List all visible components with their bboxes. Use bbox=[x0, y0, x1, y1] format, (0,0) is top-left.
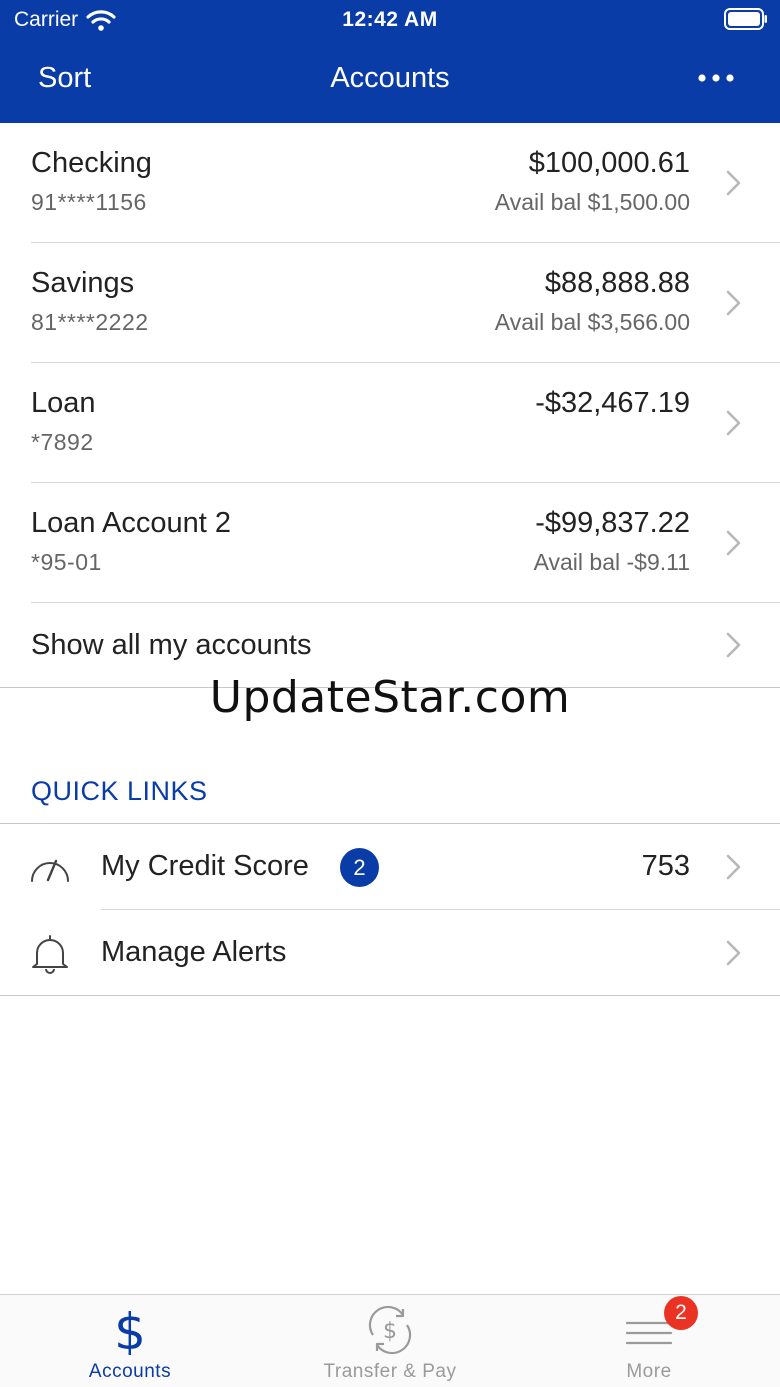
account-available-balance: Avail bal $3,566.00 bbox=[494, 309, 690, 335]
account-balance: $88,888.88 bbox=[544, 267, 690, 299]
account-row-loan[interactable]: Loan *7892 -$32,467.19 bbox=[0, 363, 780, 483]
svg-text:$: $ bbox=[383, 1319, 397, 1344]
account-number: *95-01 bbox=[31, 549, 102, 575]
tab-bar: $ Accounts $ Transfer & Pay 2 More bbox=[0, 1294, 780, 1387]
status-bar: Carrier 12:42 AM bbox=[0, 0, 780, 40]
account-row-loan-account-2[interactable]: Loan Account 2 *95-01 -$99,837.22 Avail … bbox=[0, 483, 780, 603]
page-title: Accounts bbox=[330, 62, 450, 94]
quick-link-credit-score[interactable]: My Credit Score 2 753 bbox=[0, 824, 780, 910]
battery-icon bbox=[724, 8, 767, 30]
chevron-right-icon bbox=[726, 940, 741, 966]
dollar-icon: $ bbox=[114, 1305, 146, 1355]
account-name: Loan bbox=[31, 387, 96, 419]
account-number: 91****1156 bbox=[31, 189, 147, 215]
quick-link-label: Manage Alerts bbox=[101, 936, 287, 968]
account-row-checking[interactable]: Checking 91****1156 $100,000.61 Avail ba… bbox=[0, 123, 780, 243]
account-name: Savings bbox=[31, 267, 135, 299]
bell-icon bbox=[32, 935, 68, 974]
notification-badge: 2 bbox=[664, 1296, 698, 1330]
quick-link-label: My Credit Score bbox=[101, 850, 309, 882]
transfer-dollar-icon: $ bbox=[368, 1305, 412, 1355]
credit-score-value: 753 bbox=[641, 850, 690, 882]
speedometer-icon bbox=[31, 859, 69, 882]
chevron-right-icon bbox=[726, 854, 741, 880]
account-balance: -$32,467.19 bbox=[535, 387, 690, 419]
account-balance: $100,000.61 bbox=[528, 147, 690, 179]
tab-label: More bbox=[626, 1361, 672, 1382]
account-list: Checking 91****1156 $100,000.61 Avail ba… bbox=[0, 123, 780, 603]
account-name: Loan Account 2 bbox=[31, 507, 231, 539]
notification-badge: 2 bbox=[340, 848, 379, 887]
tab-label: Transfer & Pay bbox=[323, 1361, 457, 1382]
svg-text:$: $ bbox=[114, 1305, 146, 1355]
section-divider bbox=[0, 995, 780, 996]
tab-accounts[interactable]: $ Accounts bbox=[30, 1295, 230, 1387]
chevron-right-icon bbox=[726, 530, 741, 556]
account-name: Checking bbox=[31, 147, 152, 179]
status-time: 12:42 AM bbox=[342, 8, 438, 31]
chevron-right-icon bbox=[726, 410, 741, 436]
quick-links-title: QUICK LINKS bbox=[31, 776, 208, 806]
account-available-balance: Avail bal $1,500.00 bbox=[494, 189, 690, 215]
chevron-right-icon bbox=[726, 170, 741, 196]
chevron-right-icon bbox=[726, 290, 741, 316]
watermark-text: UpdateStar.com bbox=[209, 672, 571, 723]
account-row-savings[interactable]: Savings 81****2222 $88,888.88 Avail bal … bbox=[0, 243, 780, 363]
nav-bar: Sort Accounts bbox=[0, 58, 780, 104]
tab-more[interactable]: 2 More bbox=[549, 1295, 749, 1387]
account-available-balance: Avail bal -$9.11 bbox=[533, 549, 690, 575]
quick-link-manage-alerts[interactable]: Manage Alerts bbox=[0, 910, 780, 996]
tab-label: Accounts bbox=[88, 1361, 172, 1382]
account-balance: -$99,837.22 bbox=[535, 507, 690, 539]
top-bar: Carrier 12:42 AM Sort Accounts bbox=[0, 0, 780, 123]
tab-transfer-pay[interactable]: $ Transfer & Pay bbox=[290, 1295, 490, 1387]
show-all-accounts-label: Show all my accounts bbox=[31, 629, 312, 661]
chevron-right-icon bbox=[726, 632, 741, 658]
account-number: *7892 bbox=[31, 429, 94, 455]
ellipsis-icon[interactable] bbox=[696, 68, 736, 88]
account-number: 81****2222 bbox=[31, 309, 149, 335]
